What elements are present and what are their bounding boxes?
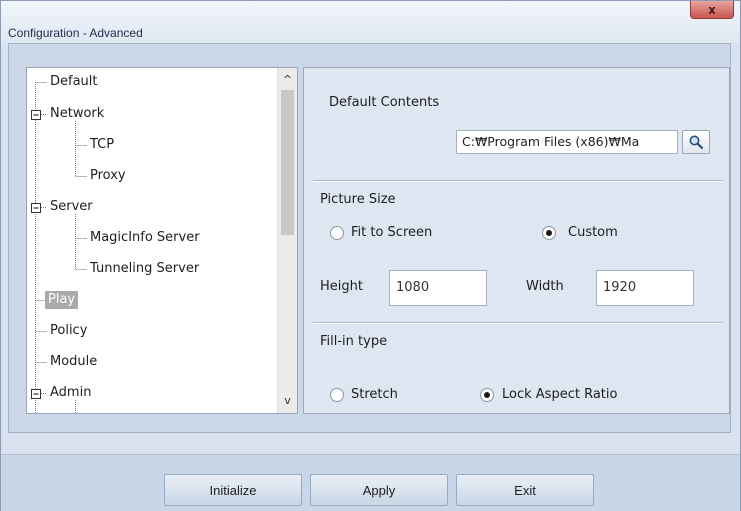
section-divider xyxy=(313,322,723,324)
scroll-down-icon[interactable]: v xyxy=(278,391,297,409)
tree-item-server[interactable]: Server xyxy=(47,198,96,216)
default-contents-path-field[interactable]: C:₩Program Files (x86)₩Ma xyxy=(456,130,678,154)
width-input[interactable]: 1920 xyxy=(596,270,694,306)
play-settings-panel: Default Contents C:₩Program Files (x86)₩… xyxy=(303,67,730,414)
tree-item-proxy[interactable]: Proxy xyxy=(87,167,129,185)
tree-item-module[interactable]: Module xyxy=(47,353,100,371)
initialize-button[interactable]: Initialize xyxy=(164,474,302,506)
height-input[interactable]: 1080 xyxy=(389,270,487,306)
exit-button[interactable]: Exit xyxy=(456,474,594,506)
lock-aspect-ratio-label[interactable]: Lock Aspect Ratio xyxy=(502,387,617,402)
apply-button[interactable]: Apply xyxy=(310,474,448,506)
close-icon: x xyxy=(708,2,716,17)
scroll-up-icon[interactable]: ^ xyxy=(278,70,297,88)
tree-item-policy[interactable]: Policy xyxy=(47,322,90,340)
window-title: Configuration - Advanced xyxy=(8,26,143,40)
title-bar[interactable]: Configuration - Advanced x xyxy=(1,1,740,43)
lock-aspect-ratio-radio[interactable] xyxy=(480,388,494,402)
tree-item-tcp[interactable]: TCP xyxy=(87,136,117,154)
fit-to-screen-label[interactable]: Fit to Screen xyxy=(351,225,432,240)
section-divider xyxy=(313,180,723,182)
search-icon xyxy=(689,135,704,150)
tree-item-magicinfo-server[interactable]: MagicInfo Server xyxy=(87,229,203,247)
stretch-label[interactable]: Stretch xyxy=(351,387,398,402)
tree-item-network[interactable]: Network xyxy=(47,105,107,123)
tree-item-admin[interactable]: Admin xyxy=(47,384,94,402)
picture-size-label: Picture Size xyxy=(320,192,396,207)
tree-item-play[interactable]: Play xyxy=(45,291,79,309)
height-label: Height xyxy=(320,279,363,294)
custom-radio[interactable] xyxy=(542,226,556,240)
stretch-radio[interactable] xyxy=(330,388,344,402)
settings-tree[interactable]: Default Network TCP Proxy Server MagicIn… xyxy=(26,67,298,414)
fit-to-screen-radio[interactable] xyxy=(330,226,344,240)
default-contents-label: Default Contents xyxy=(329,95,440,110)
browse-button[interactable] xyxy=(682,130,710,154)
tree-item-tunneling-server[interactable]: Tunneling Server xyxy=(87,260,202,278)
close-button[interactable]: x xyxy=(690,1,734,19)
fill-in-type-label: Fill-in type xyxy=(320,334,388,349)
tree-item-default[interactable]: Default xyxy=(47,73,101,91)
custom-label[interactable]: Custom xyxy=(568,225,618,240)
tree-scrollbar[interactable]: ^ v xyxy=(277,68,297,413)
scroll-thumb[interactable] xyxy=(281,90,294,235)
width-label: Width xyxy=(526,279,564,294)
